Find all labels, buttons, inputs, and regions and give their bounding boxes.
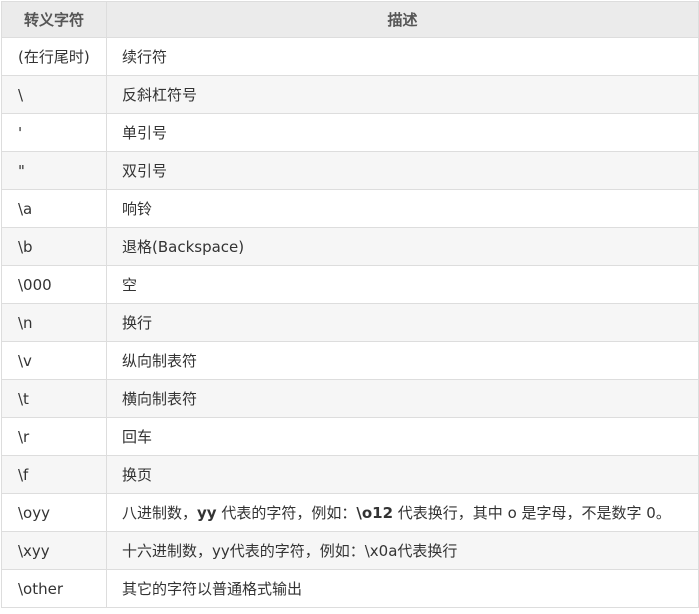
table-row: ' 单引号 — [1, 113, 699, 152]
desc-bold-text: yy — [197, 504, 217, 522]
description-cell: 纵向制表符 — [106, 341, 699, 380]
description-cell: 八进制数，yy 代表的字符，例如：\o12 代表换行，其中 o 是字母，不是数字… — [106, 493, 699, 532]
table-row: \n 换行 — [1, 303, 699, 342]
desc-text: 八进制数， — [122, 504, 198, 522]
escape-char-cell: \other — [1, 569, 107, 608]
escape-char-cell: \t — [1, 379, 107, 418]
escape-char-cell: \ — [1, 75, 107, 114]
description-cell: 双引号 — [106, 151, 699, 190]
escape-char-cell: \r — [1, 417, 107, 456]
escape-char-cell: \n — [1, 303, 107, 342]
table-row: (在行尾时) 续行符 — [1, 37, 699, 76]
table-row: \t 横向制表符 — [1, 379, 699, 418]
table-row: \oyy 八进制数，yy 代表的字符，例如：\o12 代表换行，其中 o 是字母… — [1, 493, 699, 532]
description-cell: 回车 — [106, 417, 699, 456]
table-header-row: 转义字符 描述 — [1, 1, 699, 38]
table-row: \xyy 十六进制数，yy代表的字符，例如：\x0a代表换行 — [1, 531, 699, 570]
escape-char-cell: " — [1, 151, 107, 190]
escape-characters-table: 转义字符 描述 (在行尾时) 续行符 \ 反斜杠符号 ' 单引号 " 双引号 \… — [1, 1, 699, 608]
description-cell: 十六进制数，yy代表的字符，例如：\x0a代表换行 — [106, 531, 699, 570]
table-row: \other 其它的字符以普通格式输出 — [1, 569, 699, 608]
description-cell: 反斜杠符号 — [106, 75, 699, 114]
desc-bold-text: \o12 — [356, 504, 394, 522]
header-escape-character: 转义字符 — [1, 1, 107, 38]
table-row: \r 回车 — [1, 417, 699, 456]
header-description: 描述 — [106, 1, 699, 38]
description-cell: 换行 — [106, 303, 699, 342]
table-row: " 双引号 — [1, 151, 699, 190]
escape-char-cell: ' — [1, 113, 107, 152]
escape-char-cell: \xyy — [1, 531, 107, 570]
table-row: \ 反斜杠符号 — [1, 75, 699, 114]
escape-char-cell: \v — [1, 341, 107, 380]
escape-char-cell: \000 — [1, 265, 107, 304]
table-row: \000 空 — [1, 265, 699, 304]
escape-char-cell: (在行尾时) — [1, 37, 107, 76]
desc-text: 代表换行，其中 o 是字母，不是数字 0。 — [393, 504, 671, 522]
escape-char-cell: \a — [1, 189, 107, 228]
table-row: \f 换页 — [1, 455, 699, 494]
description-cell: 退格(Backspace) — [106, 227, 699, 266]
description-cell: 其它的字符以普通格式输出 — [106, 569, 699, 608]
escape-char-cell: \oyy — [1, 493, 107, 532]
description-cell: 空 — [106, 265, 699, 304]
description-cell: 横向制表符 — [106, 379, 699, 418]
description-cell: 续行符 — [106, 37, 699, 76]
table-row: \v 纵向制表符 — [1, 341, 699, 380]
desc-text: 代表的字符，例如： — [216, 504, 357, 522]
description-cell: 换页 — [106, 455, 699, 494]
description-cell: 单引号 — [106, 113, 699, 152]
table-row: \a 响铃 — [1, 189, 699, 228]
description-cell: 响铃 — [106, 189, 699, 228]
table-row: \b 退格(Backspace) — [1, 227, 699, 266]
escape-char-cell: \b — [1, 227, 107, 266]
escape-char-cell: \f — [1, 455, 107, 494]
